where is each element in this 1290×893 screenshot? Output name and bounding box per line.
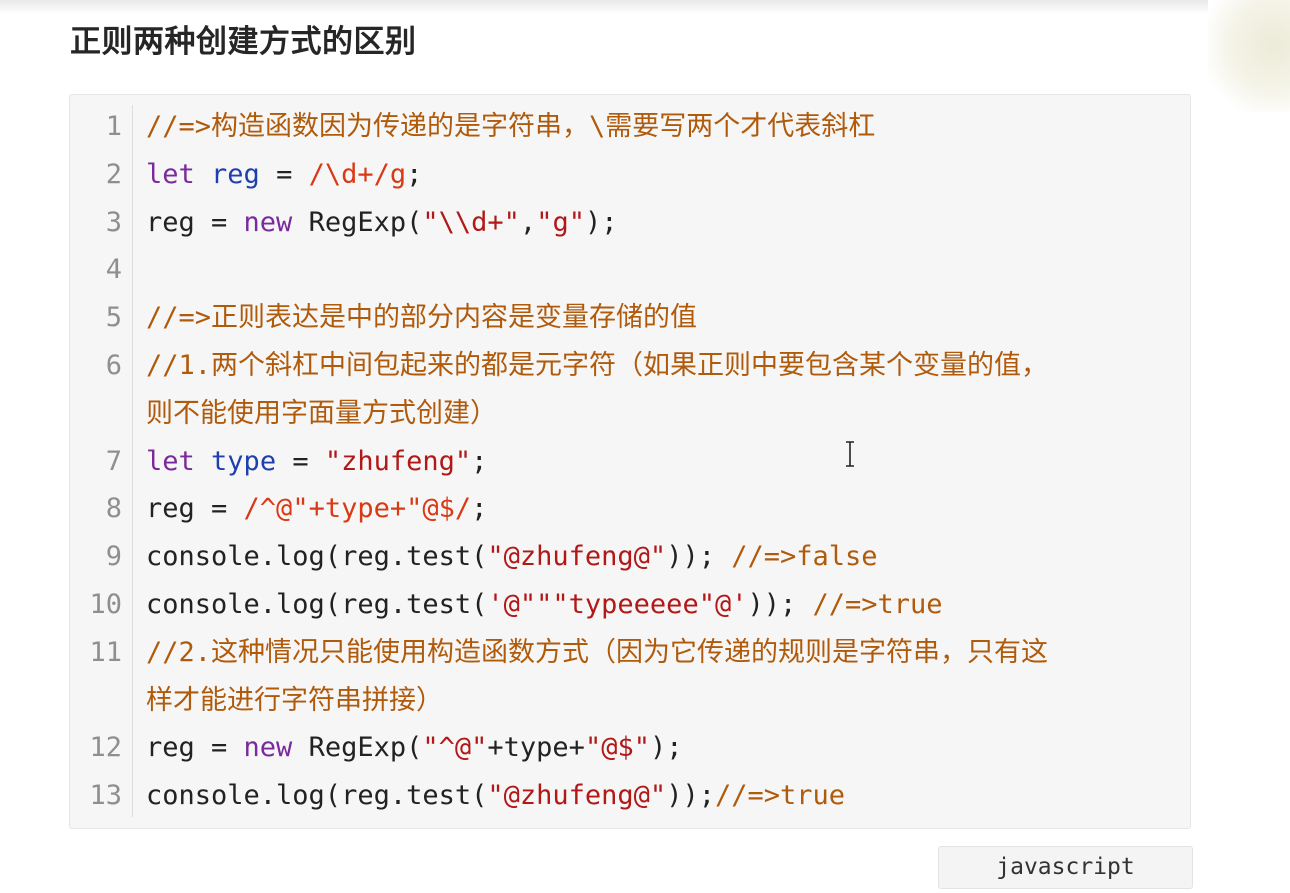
code-token: type xyxy=(211,445,277,477)
code-line: 3 reg = new RegExp("\\d+","g"); xyxy=(70,199,1190,247)
code-token: "@zhufeng@" xyxy=(487,780,667,812)
code-text: reg = /^@"+type+"@$/; xyxy=(146,485,487,533)
line-number: 4 xyxy=(105,254,122,286)
code-token: ); xyxy=(584,206,618,238)
code-token: console.log(reg.test( xyxy=(146,541,488,573)
code-text: //=>构造函数因为传递的是字符串，\需要写两个才代表斜杠 xyxy=(146,103,875,151)
top-shadow xyxy=(0,0,1290,14)
line-number: 3 xyxy=(105,206,122,238)
code-text: //1.两个斜杠中间包起来的都是元字符（如果正则中要包含某个变量的值， xyxy=(146,342,1048,390)
line-number: 5 xyxy=(105,302,122,334)
text-cursor-icon xyxy=(846,441,854,467)
code-line: 1 //=>构造函数因为传递的是字符串，\需要写两个才代表斜杠 xyxy=(70,103,1190,151)
code-text: //2.这种情况只能使用构造函数方式（因为它传递的规则是字符串，只有这 xyxy=(146,629,1048,677)
code-token: //=>构造函数因为传递的是字符串，\需要写两个才代表斜杠 xyxy=(146,111,876,142)
code-text: 则不能使用字面量方式创建） xyxy=(146,390,497,438)
code-token: = xyxy=(276,445,325,477)
code-line: 12 reg = new RegExp("^@"+type+"@$"); xyxy=(70,724,1190,772)
code-text: reg = new RegExp("\\d+","g"); xyxy=(146,199,617,247)
code-text: //=>正则表达是中的部分内容是变量存储的值 xyxy=(146,294,697,342)
code-token: console.log(reg.test( xyxy=(146,780,488,812)
code-token: reg = xyxy=(146,732,244,764)
code-token: new xyxy=(243,732,293,764)
code-token: +type+ xyxy=(487,732,585,764)
code-token: "^@" xyxy=(422,732,488,764)
code-token: ); xyxy=(649,732,683,764)
code-token: //=>正则表达是中的部分内容是变量存储的值 xyxy=(146,302,698,334)
code-token: //1.两个斜杠中间包起来的都是元字符（如果正则中要包含某个变量的值， xyxy=(146,350,1049,381)
code-text: console.log(reg.test("@zhufeng@")); //=>… xyxy=(146,533,878,581)
code-text: console.log(reg.test('@"""typeeeee"@'));… xyxy=(146,581,943,629)
code-line: 10 console.log(reg.test('@"""typeeeee"@')… xyxy=(70,581,1190,629)
code-token: //=>false xyxy=(731,541,878,573)
code-token: "g" xyxy=(536,206,585,238)
code-line: 6 //1.两个斜杠中间包起来的都是元字符（如果正则中要包含某个变量的值， xyxy=(70,342,1190,390)
code-token: reg xyxy=(211,158,260,190)
code-line: 11 //2.这种情况只能使用构造函数方式（因为它传递的规则是字符串，只有这 xyxy=(70,629,1190,677)
code-token: RegExp( xyxy=(292,206,423,238)
code-token: console.log(reg.test( xyxy=(146,589,488,620)
line-number: 12 xyxy=(89,732,122,764)
code-token: '@"""typeeeee"@' xyxy=(487,589,748,620)
code-token: ; xyxy=(406,158,423,190)
code-line: 8 reg = /^@"+type+"@$/; xyxy=(70,485,1190,533)
code-line: 4 xyxy=(70,246,1190,294)
code-text: console.log(reg.test("@zhufeng@"));//=>t… xyxy=(146,772,845,820)
line-number: 6 xyxy=(105,350,122,381)
code-token: //2.这种情况只能使用构造函数方式（因为它传递的规则是字符串，只有这 xyxy=(146,636,1049,668)
code-token: reg = xyxy=(146,493,244,525)
code-text: reg = new RegExp("^@"+type+"@$"); xyxy=(146,724,683,772)
code-text: 样才能进行字符串拼接） xyxy=(146,677,443,725)
code-text: let type = "zhufeng"; xyxy=(146,438,487,486)
code-language-badge[interactable]: javascript xyxy=(938,846,1193,889)
code-token: 样才能进行字符串拼接） xyxy=(146,684,443,716)
code-token: reg = xyxy=(146,206,244,238)
code-line: 则不能使用字面量方式创建） xyxy=(70,390,1190,438)
code-token: //=>true xyxy=(714,780,846,812)
line-number: 1 xyxy=(105,111,122,142)
code-block[interactable]: 1 //=>构造函数因为传递的是字符串，\需要写两个才代表斜杠 2 let reg =… xyxy=(69,94,1191,829)
line-number: 13 xyxy=(89,780,122,812)
code-token: ; xyxy=(471,445,488,477)
code-line: 13 console.log(reg.test("@zhufeng@"));//=… xyxy=(70,772,1190,820)
code-token: /\d+/g xyxy=(308,158,407,190)
code-token: 则不能使用字面量方式创建） xyxy=(146,397,497,429)
code-line: 样才能进行字符串拼接） xyxy=(70,677,1190,725)
line-number: 9 xyxy=(105,541,122,573)
code-token: , xyxy=(519,206,537,238)
code-line: 7 let type = "zhufeng"; xyxy=(70,438,1190,486)
code-token: RegExp( xyxy=(292,732,423,764)
code-token: new xyxy=(243,206,293,238)
code-token: let xyxy=(146,445,195,477)
code-token: //=>true xyxy=(812,589,943,620)
code-token: "@$" xyxy=(584,732,650,764)
code-line: 5 //=>正则表达是中的部分内容是变量存储的值 xyxy=(70,294,1190,342)
line-number: 7 xyxy=(105,445,122,477)
page-title: 正则两种创建方式的区别 xyxy=(70,24,417,60)
code-token: "@zhufeng@" xyxy=(487,541,667,573)
code-token: "\\d+" xyxy=(422,206,520,238)
code-token: )); xyxy=(666,541,732,573)
line-number: 11 xyxy=(89,636,122,668)
code-token: ; xyxy=(471,493,488,525)
line-number: 8 xyxy=(105,493,122,525)
code-token: /^@"+type+"@$/ xyxy=(243,493,472,525)
line-number: 2 xyxy=(105,158,122,190)
code-token: "zhufeng" xyxy=(324,445,472,477)
line-number: 10 xyxy=(89,589,122,620)
code-line: 9 console.log(reg.test("@zhufeng@")); //=… xyxy=(70,533,1190,581)
code-text: let reg = /\d+/g; xyxy=(146,151,422,199)
code-token: )); xyxy=(747,589,813,620)
corner-decoration xyxy=(1208,0,1290,112)
code-token: let xyxy=(146,158,195,190)
code-line: 2 let reg = /\d+/g; xyxy=(70,151,1190,199)
code-token: = xyxy=(259,158,309,190)
code-token: )); xyxy=(666,780,715,812)
